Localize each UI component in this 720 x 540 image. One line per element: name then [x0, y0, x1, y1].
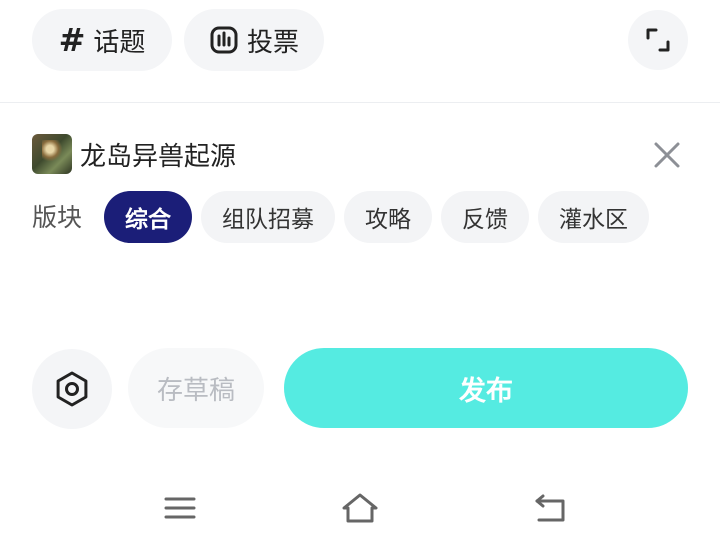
expand-icon: [646, 28, 670, 52]
settings-button[interactable]: [32, 349, 112, 429]
menu-icon: [164, 497, 196, 519]
poll-icon: [209, 25, 239, 55]
home-icon: [342, 493, 378, 523]
expand-button[interactable]: [628, 10, 688, 70]
publish-button[interactable]: 发布: [284, 348, 688, 428]
settings-icon: [56, 371, 88, 407]
divider: [0, 102, 720, 103]
nav-menu-button[interactable]: [158, 490, 202, 526]
nav-back-button[interactable]: [528, 490, 572, 526]
game-avatar: [32, 134, 72, 174]
board-label: 版块: [32, 203, 83, 232]
topic-label: 话题: [93, 27, 146, 58]
board-chip-team-recruit[interactable]: 组队招募: [201, 191, 335, 243]
board-chip-general[interactable]: 综合: [104, 191, 192, 243]
selected-game[interactable]: 龙岛异兽起源: [32, 134, 236, 174]
board-chip-guides[interactable]: 攻略: [344, 191, 432, 243]
game-name: 龙岛异兽起源: [80, 141, 237, 172]
topic-button[interactable]: # 话题: [32, 9, 172, 71]
remove-game-button[interactable]: [652, 140, 682, 170]
board-chip-feedback[interactable]: 反馈: [441, 191, 529, 243]
nav-home-button[interactable]: [338, 490, 382, 526]
save-draft-button[interactable]: 存草稿: [128, 348, 264, 428]
hash-icon: #: [58, 21, 86, 59]
board-chip-chat[interactable]: 灌水区: [538, 191, 649, 243]
close-icon: [654, 142, 680, 168]
poll-label: 投票: [246, 27, 299, 58]
poll-button[interactable]: 投票: [184, 9, 324, 71]
board-chips: 综合 组队招募 攻略 反馈 灌水区: [104, 191, 658, 243]
back-icon: [535, 494, 565, 522]
